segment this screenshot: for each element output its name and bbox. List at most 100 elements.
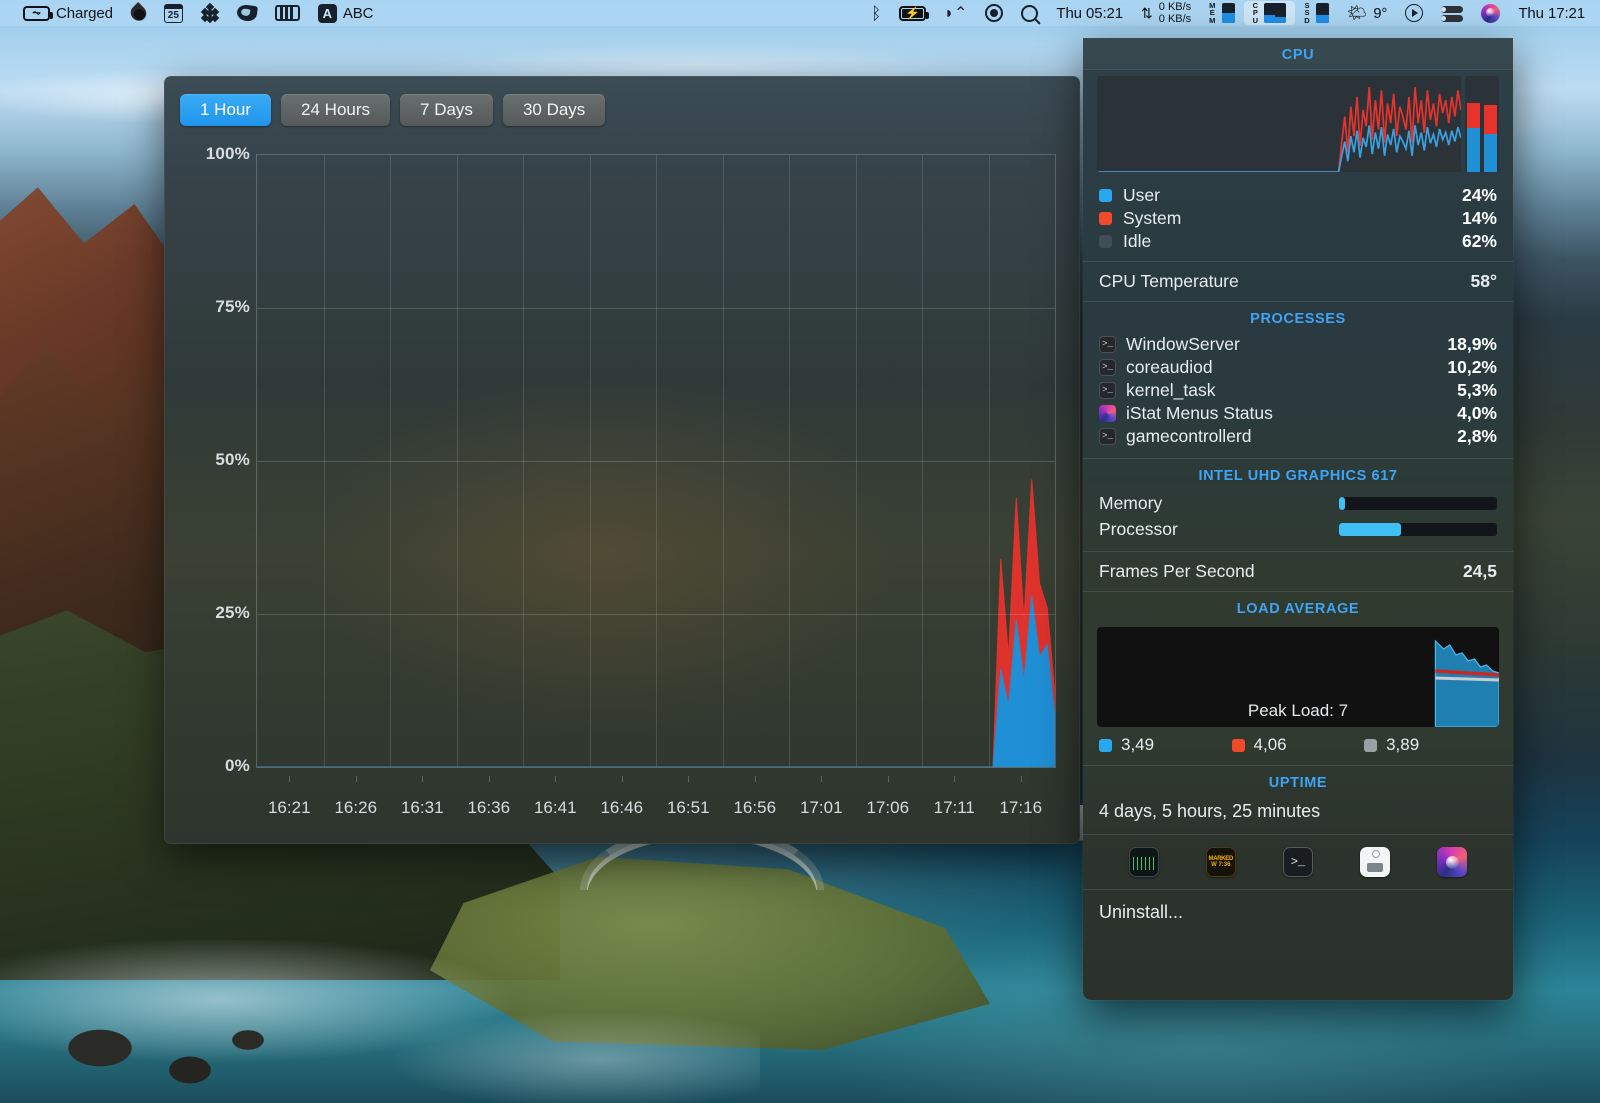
menu-extra-memory[interactable]: MEM bbox=[1200, 0, 1243, 26]
menu-extra-keyboard[interactable] bbox=[266, 0, 309, 26]
chart-plot-area bbox=[256, 154, 1056, 768]
menu-extra-control-center[interactable] bbox=[1432, 0, 1472, 26]
menu-extra-battery-charged[interactable]: ⏦ Charged bbox=[14, 0, 122, 26]
menu-bar-clock-left[interactable]: Thu 05:21 bbox=[1047, 0, 1132, 26]
x-axis-label: 16:26 bbox=[334, 798, 378, 817]
cpu-core-bars bbox=[1465, 76, 1499, 172]
process-row[interactable]: >_ kernel_task 5,3% bbox=[1083, 379, 1513, 402]
system-color-swatch bbox=[1099, 212, 1112, 225]
uninstall-menu-item[interactable]: Uninstall... bbox=[1083, 890, 1513, 937]
keyboard-icon bbox=[274, 5, 300, 21]
time-range-tabs: 1 Hour 24 Hours 7 Days 30 Days bbox=[180, 94, 606, 126]
cpu-usage-row-user: User 24% bbox=[1099, 184, 1497, 207]
ssd-label: SSD bbox=[1304, 0, 1310, 25]
cpu-mini-graph-icon bbox=[1264, 3, 1287, 23]
x-axis-tick bbox=[422, 776, 424, 782]
gpu-processor-row: Processor bbox=[1083, 516, 1513, 551]
menu-extra-user[interactable] bbox=[976, 0, 1012, 26]
menu-extra-blob[interactable] bbox=[228, 0, 266, 26]
process-name: iStat Menus Status bbox=[1126, 403, 1273, 423]
terminal-icon[interactable]: >_ bbox=[1282, 847, 1313, 877]
menu-extra-droplet[interactable] bbox=[122, 0, 155, 26]
process-value: 4,0% bbox=[1457, 403, 1497, 423]
chart-gridline bbox=[456, 155, 458, 767]
process-row[interactable]: >_ WindowServer 18,9% bbox=[1083, 333, 1513, 356]
load-average-graph: Peak Load: 7 bbox=[1097, 627, 1499, 727]
process-row[interactable]: >_ coreaudiod 10,2% bbox=[1083, 356, 1513, 379]
process-name: kernel_task bbox=[1126, 380, 1216, 400]
mem-label: MEM bbox=[1209, 0, 1216, 25]
menu-extra-playback[interactable] bbox=[1396, 0, 1432, 26]
fps-value: 24,5 bbox=[1462, 561, 1497, 581]
range-button-24-hours[interactable]: 24 Hours bbox=[281, 94, 391, 126]
terminal-icon: >_ bbox=[1099, 428, 1116, 445]
load-average-peak-label: Peak Load: 7 bbox=[1247, 701, 1349, 720]
process-name: gamecontrollerd bbox=[1126, 426, 1252, 446]
system-preferences-icon[interactable] bbox=[1360, 847, 1391, 877]
gpu-processor-label: Processor bbox=[1099, 519, 1178, 539]
menu-extra-calendar[interactable]: 25 bbox=[155, 0, 192, 26]
istat-menus-icon[interactable] bbox=[1437, 847, 1468, 877]
cpu-usage-value-system: 14% bbox=[1461, 208, 1497, 228]
process-row[interactable]: iStat Menus Status 4,0% bbox=[1083, 402, 1513, 425]
cpu-temperature-label: CPU Temperature bbox=[1099, 271, 1239, 291]
chart-gridline bbox=[855, 155, 857, 767]
menu-extra-spotlight[interactable] bbox=[1012, 0, 1047, 26]
load-legend-item-5min: 4,06 bbox=[1231, 735, 1365, 755]
load-5min-swatch bbox=[1231, 738, 1245, 752]
process-value: 18,9% bbox=[1447, 334, 1497, 354]
diamonds-icon bbox=[200, 2, 220, 23]
y-axis-label: 100% bbox=[205, 144, 250, 163]
x-axis-label: 17:06 bbox=[866, 798, 910, 817]
load-1min-swatch bbox=[1099, 738, 1112, 752]
gpu-processor-bar bbox=[1339, 522, 1497, 536]
cpu-graph-row bbox=[1083, 70, 1513, 182]
menu-bar-clock-right[interactable]: Thu 17:21 bbox=[1509, 0, 1594, 26]
network-speeds: 0 KB/s 0 KB/s bbox=[1159, 1, 1191, 25]
x-axis-label: 16:36 bbox=[467, 798, 511, 817]
menu-extra-diamonds[interactable] bbox=[192, 0, 228, 26]
bluetooth-icon: ᛒ bbox=[871, 3, 882, 23]
menu-extra-input-source[interactable]: A ABC bbox=[309, 0, 383, 26]
menu-extra-cpu[interactable]: CPU bbox=[1243, 0, 1296, 25]
process-value: 2,8% bbox=[1457, 426, 1497, 446]
menu-extra-istat-status[interactable] bbox=[1472, 0, 1509, 26]
range-button-30-days[interactable]: 30 Days bbox=[502, 94, 606, 126]
menu-extra-weather[interactable]: 🌤 9° bbox=[1338, 0, 1396, 26]
chart-gridline bbox=[523, 155, 524, 767]
ssd-mini-graph-icon bbox=[1315, 3, 1329, 23]
x-axis-label: 16:31 bbox=[400, 798, 444, 817]
abc-icon: A bbox=[317, 3, 337, 23]
menu-extra-wifi[interactable]: ◗⌃ bbox=[935, 0, 976, 26]
clock-widget-icon[interactable]: MARKED W 7:36 bbox=[1205, 847, 1236, 877]
process-row[interactable]: >_ gamecontrollerd 2,8% bbox=[1083, 425, 1513, 448]
x-axis-label: 16:41 bbox=[533, 798, 577, 817]
activity-monitor-icon[interactable] bbox=[1128, 847, 1159, 877]
cpu-label: CPU bbox=[1252, 0, 1259, 25]
load-15min-swatch bbox=[1364, 738, 1378, 752]
x-axis-label: 16:46 bbox=[600, 798, 644, 817]
x-axis-tick bbox=[754, 776, 756, 782]
uptime-value: 4 days, 5 hours, 25 minutes bbox=[1099, 801, 1321, 821]
y-axis-label: 0% bbox=[225, 756, 250, 775]
network-down-label: 0 KB/s bbox=[1158, 13, 1192, 25]
process-value: 10,2% bbox=[1447, 357, 1497, 377]
blob-icon bbox=[235, 3, 258, 23]
memory-mini-graph-icon bbox=[1221, 3, 1235, 23]
cpu-history-window: 1 Hour 24 Hours 7 Days 30 Days 100% 75% 50… bbox=[164, 76, 1080, 844]
range-button-7-days[interactable]: 7 Days bbox=[400, 94, 493, 126]
menu-extra-bluetooth[interactable]: ᛒ bbox=[862, 0, 890, 26]
user-color-swatch bbox=[1099, 189, 1112, 202]
chart-gridline bbox=[656, 155, 657, 767]
load-average-legend: 3,49 4,06 3,89 bbox=[1083, 733, 1513, 765]
cpu-usage-value-idle: 62% bbox=[1461, 231, 1497, 251]
load-15min-value: 3,89 bbox=[1386, 735, 1420, 754]
user-account-icon bbox=[985, 4, 1004, 22]
menu-extra-network[interactable]: ⇅ 0 KB/s 0 KB/s bbox=[1132, 0, 1200, 26]
menu-extra-ssd[interactable]: SSD bbox=[1295, 0, 1338, 26]
istat-menus-icon bbox=[1481, 3, 1501, 23]
load-legend-item-15min: 3,89 bbox=[1364, 735, 1497, 755]
menu-extra-battery[interactable]: ⚡ bbox=[890, 0, 935, 26]
range-button-1-hour[interactable]: 1 Hour bbox=[180, 94, 272, 126]
clock-left-label: Thu 05:21 bbox=[1056, 4, 1124, 22]
